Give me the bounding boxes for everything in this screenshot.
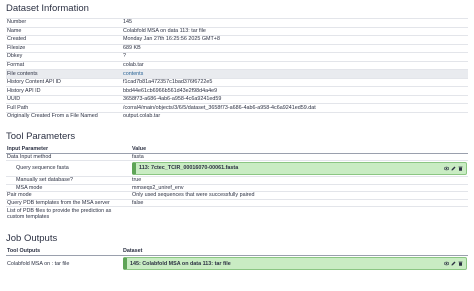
param-query-sequence: Query sequence fasta 113: 7ctec_TCIR_000… (6, 160, 468, 177)
dataset-info-heading: Dataset Information (6, 3, 89, 14)
tool-parameters-heading: Tool Parameters (6, 130, 76, 142)
trash-icon[interactable] (458, 166, 463, 171)
pencil-icon[interactable] (451, 261, 456, 266)
param-list-pdb: List of PDB files to provide the predict… (6, 206, 468, 222)
eye-icon[interactable] (444, 166, 449, 171)
param-query-pdb: Query PDB templates from the MSA server f… (6, 198, 468, 207)
job-outputs-heading: Job Outputs (6, 233, 58, 245)
row-file-contents: File contents contents (6, 69, 468, 79)
trash-icon[interactable] (458, 261, 463, 266)
row-history-api-id: History API ID bbd44e61cb6966b561d43e2f98… (6, 86, 468, 96)
query-sequence-dataset[interactable]: 113: 7ctec_TCIR_00016070-00061.fasta (132, 162, 467, 176)
col-value: Value (131, 145, 468, 154)
row-history-content-api-id: History Content API ID f1cad7b81a472357c1… (6, 77, 468, 87)
filesize-value: 689 KB (122, 43, 468, 53)
tool-parameters-table: Input Parameter Value Data Input method fa… (6, 145, 468, 222)
col-input-parameter: Input Parameter (6, 145, 131, 154)
col-tool-outputs: Tool Outputs (6, 248, 122, 257)
pencil-icon[interactable] (451, 166, 456, 171)
col-dataset: Dataset (122, 248, 468, 257)
row-name: Name Colabfold MSA on data 113: tar file (6, 26, 468, 36)
dataset-info-table: Number 145 Name Colabfold MSA on data 113:… (6, 18, 468, 121)
row-filesize: Filesize 689 KB (6, 43, 468, 53)
query-sequence-dataset-name: 113: 7ctec_TCIR_00016070-00061.fasta (139, 165, 239, 172)
row-uuid: UUID 3658f73-a686-4ab6-a958-4c6a9241ed59 (6, 94, 468, 104)
dataset-details-page: Dataset Information Number 145 Name Colabf… (0, 0, 474, 272)
job-outputs-table: Tool Outputs Dataset Colabfold MSA on : t… (6, 248, 468, 272)
param-data-input-method: Data Input method fasta (6, 152, 468, 161)
file-contents-link[interactable]: contents (123, 71, 143, 77)
row-created: Created Monday Jan 27th 16:25:56 2025 GMT… (6, 35, 468, 45)
param-manual-db: Manually set database? true (6, 176, 468, 185)
row-original-filename: Originally Created From a File Named outp… (6, 112, 468, 121)
eye-icon[interactable] (444, 261, 449, 266)
param-msa-mode: MSA mode mmseqs2_uniref_env (6, 183, 468, 192)
row-dbkey: Dbkey? (6, 52, 468, 62)
row-number: Number 145 (6, 18, 468, 28)
row-full-path: Full Path/corral4/main/objects/3/6/5/dat… (6, 103, 468, 113)
output-dataset[interactable]: 145: Colabfold MSA on data 113: tar file (123, 257, 467, 271)
output-dataset-name: 145: Colabfold MSA on data 113: tar file (130, 260, 231, 267)
param-pair-mode: Pair mode Only used sequences that were s… (6, 191, 468, 200)
row-format: Format colab.tar (6, 60, 468, 70)
output-row: Colabfold MSA on : tar file 145: Colabfo… (6, 255, 468, 272)
